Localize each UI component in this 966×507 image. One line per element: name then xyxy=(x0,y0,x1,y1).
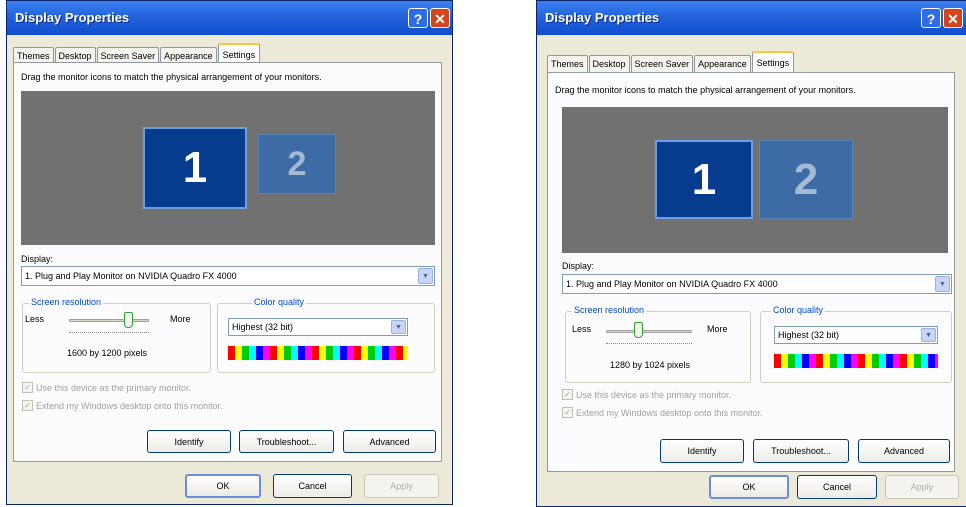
troubleshoot-button[interactable]: Troubleshoot... xyxy=(753,439,849,463)
color-quality-title: Color quality xyxy=(252,297,307,307)
display-select[interactable]: 1. Plug and Play Monitor on NVIDIA Quadr… xyxy=(21,266,435,286)
extend-desktop-checkbox[interactable]: ✓ Extend my Windows desktop onto this mo… xyxy=(562,407,763,418)
chevron-down-icon[interactable]: ▼ xyxy=(935,276,950,292)
resolution-value: 1600 by 1200 pixels xyxy=(67,348,148,358)
tab-appearance[interactable]: Appearance xyxy=(694,55,751,72)
help-icon[interactable]: ? xyxy=(921,8,941,28)
window-title: Display Properties xyxy=(545,10,660,25)
tab-desktop[interactable]: Desktop xyxy=(588,55,630,72)
color-quality-group: Color quality Highest (32 bit) ▼ xyxy=(217,297,435,373)
tab-strip: Themes Desktop Screen Saver Appearance S… xyxy=(13,43,261,64)
resolution-slider-thumb[interactable] xyxy=(634,322,643,338)
instruction-text: Drag the monitor icons to match the phys… xyxy=(555,85,856,95)
close-icon[interactable]: ✕ xyxy=(943,8,963,28)
window-title: Display Properties xyxy=(15,10,130,25)
monitor-arrangement-area: 1 2 xyxy=(21,91,435,245)
less-label: Less xyxy=(572,324,592,334)
display-select-value: 1. Plug and Play Monitor on NVIDIA Quadr… xyxy=(25,271,237,281)
check-icon: ✓ xyxy=(562,407,573,418)
more-label: More xyxy=(707,324,728,334)
resolution-slider-track[interactable] xyxy=(69,319,149,322)
resolution-slider-thumb[interactable] xyxy=(124,312,133,328)
tab-screen-saver[interactable]: Screen Saver xyxy=(630,55,694,72)
tab-settings[interactable]: Settings xyxy=(217,43,261,64)
screen-resolution-title: Screen resolution xyxy=(572,305,647,315)
check-icon: ✓ xyxy=(22,400,33,411)
advanced-button[interactable]: Advanced xyxy=(858,439,950,463)
monitor-2-icon[interactable]: 2 xyxy=(759,140,853,219)
resolution-slider-track[interactable] xyxy=(606,330,692,333)
monitor-arrangement-area: 1 2 xyxy=(562,107,948,253)
check-icon: ✓ xyxy=(22,382,33,393)
apply-button[interactable]: Apply xyxy=(364,474,439,498)
display-label: Display: xyxy=(21,254,54,264)
apply-button[interactable]: Apply xyxy=(885,475,959,499)
more-label: More xyxy=(170,314,191,324)
monitor-2-icon[interactable]: 2 xyxy=(258,134,336,194)
less-label: Less xyxy=(25,314,45,324)
slider-ticks xyxy=(69,330,149,333)
slider-ticks xyxy=(606,341,692,344)
display-select[interactable]: 1. Plug and Play Monitor on NVIDIA Quadr… xyxy=(562,274,952,294)
cancel-button[interactable]: Cancel xyxy=(797,475,877,499)
troubleshoot-button[interactable]: Troubleshoot... xyxy=(239,430,334,453)
color-spectrum-bar xyxy=(228,346,408,360)
primary-monitor-label: Use this device as the primary monitor. xyxy=(576,389,732,400)
extend-desktop-label: Extend my Windows desktop onto this moni… xyxy=(36,400,223,411)
color-quality-group: Color quality Highest (32 bit) ▼ xyxy=(760,305,952,383)
instruction-text: Drag the monitor icons to match the phys… xyxy=(21,72,322,82)
screen-resolution-group: Screen resolution Less More 1280 by 1024… xyxy=(565,305,751,383)
monitor-1-icon[interactable]: 1 xyxy=(143,127,247,209)
chevron-down-icon[interactable]: ▼ xyxy=(418,268,433,284)
help-icon[interactable]: ? xyxy=(408,8,428,28)
advanced-button[interactable]: Advanced xyxy=(343,430,436,453)
title-bar[interactable]: Display Properties ? ✕ xyxy=(537,1,966,35)
color-quality-value: Highest (32 bit) xyxy=(778,330,840,340)
tab-settings[interactable]: Settings xyxy=(751,51,795,72)
color-quality-title: Color quality xyxy=(771,305,826,315)
color-quality-select[interactable]: Highest (32 bit) ▼ xyxy=(228,318,408,336)
chevron-down-icon[interactable]: ▼ xyxy=(921,328,936,342)
extend-desktop-label: Extend my Windows desktop onto this moni… xyxy=(576,407,763,418)
chevron-down-icon[interactable]: ▼ xyxy=(391,320,406,334)
color-spectrum-bar xyxy=(774,354,938,368)
title-bar[interactable]: Display Properties ? ✕ xyxy=(7,1,452,35)
check-icon: ✓ xyxy=(562,389,573,400)
extend-desktop-checkbox[interactable]: ✓ Extend my Windows desktop onto this mo… xyxy=(22,400,223,411)
screen-resolution-title: Screen resolution xyxy=(29,297,104,307)
display-select-value: 1. Plug and Play Monitor on NVIDIA Quadr… xyxy=(566,279,778,289)
identify-button[interactable]: Identify xyxy=(660,439,744,463)
color-quality-value: Highest (32 bit) xyxy=(232,322,294,332)
identify-button[interactable]: Identify xyxy=(147,430,231,453)
display-properties-window-left: Display Properties ? ✕ Themes Desktop Sc… xyxy=(6,0,453,505)
tab-themes[interactable]: Themes xyxy=(547,55,588,72)
ok-button[interactable]: OK xyxy=(185,474,261,498)
cancel-button[interactable]: Cancel xyxy=(273,474,352,498)
settings-panel: Drag the monitor icons to match the phys… xyxy=(547,72,955,472)
monitor-1-icon[interactable]: 1 xyxy=(655,140,753,219)
settings-panel: Drag the monitor icons to match the phys… xyxy=(13,62,442,462)
close-icon[interactable]: ✕ xyxy=(430,8,450,28)
primary-monitor-label: Use this device as the primary monitor. xyxy=(36,382,192,393)
tab-strip: Themes Desktop Screen Saver Appearance S… xyxy=(547,51,795,72)
display-properties-window-right: Display Properties ? ✕ Themes Desktop Sc… xyxy=(536,0,966,507)
resolution-value: 1280 by 1024 pixels xyxy=(610,360,691,370)
display-label: Display: xyxy=(562,261,595,271)
color-quality-select[interactable]: Highest (32 bit) ▼ xyxy=(774,326,938,344)
screen-resolution-group: Screen resolution Less More 1600 by 1200… xyxy=(22,297,211,373)
primary-monitor-checkbox[interactable]: ✓ Use this device as the primary monitor… xyxy=(22,382,191,393)
ok-button[interactable]: OK xyxy=(709,475,789,499)
primary-monitor-checkbox[interactable]: ✓ Use this device as the primary monitor… xyxy=(562,389,731,400)
